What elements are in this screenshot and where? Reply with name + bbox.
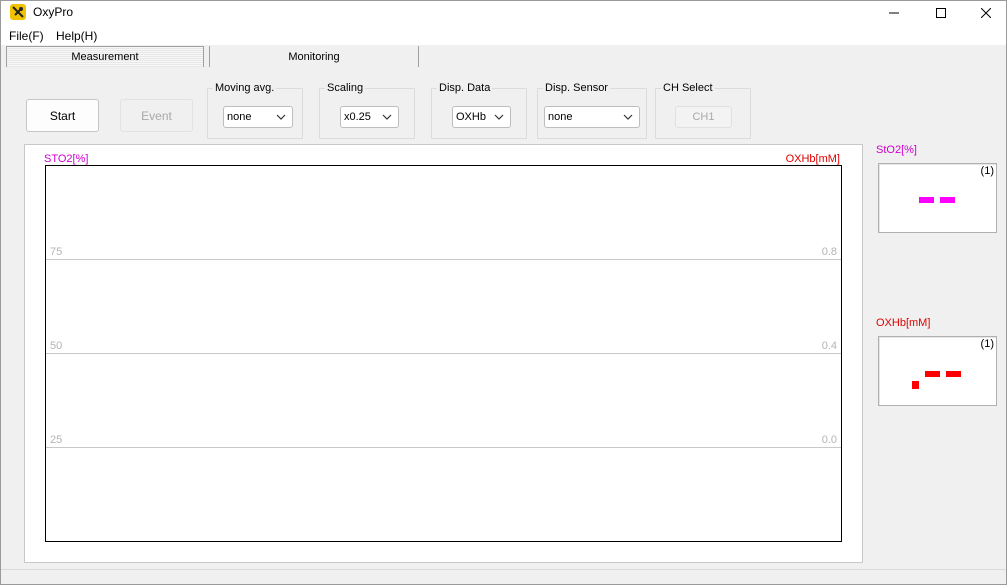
app-window: OxyPro File(F) Help(H) Measurement Monit… bbox=[0, 0, 1007, 585]
app-logo-icon bbox=[10, 4, 26, 20]
disp-data-value: OXHb bbox=[456, 111, 486, 123]
disp-sensor-label: Disp. Sensor bbox=[543, 82, 610, 94]
disp-sensor-select[interactable]: none bbox=[544, 106, 640, 128]
tab-strip: Measurement Monitoring bbox=[5, 46, 1005, 68]
disp-data-label: Disp. Data bbox=[437, 82, 493, 94]
gridline bbox=[46, 259, 841, 260]
maximize-button[interactable] bbox=[918, 1, 964, 25]
minimize-button[interactable] bbox=[871, 1, 917, 25]
right-tick-label: 0.8 bbox=[821, 246, 837, 258]
scaling-select[interactable]: x0.25 bbox=[340, 106, 399, 128]
menu-help[interactable]: Help(H) bbox=[56, 29, 97, 43]
chart-panel: STO2[%] OXHb[mM] 75 0.8 50 0.4 25 0.0 bbox=[24, 144, 863, 563]
gridline bbox=[46, 353, 841, 354]
close-icon bbox=[981, 8, 991, 18]
tab-measurement[interactable]: Measurement bbox=[6, 46, 204, 67]
scaling-label: Scaling bbox=[325, 82, 366, 94]
disp-sensor-group: Disp. Sensor none bbox=[537, 82, 647, 139]
right-tick-label: 0.4 bbox=[821, 340, 837, 352]
disp-data-group: Disp. Data OXHb bbox=[431, 82, 527, 139]
plot-area[interactable]: 75 0.8 50 0.4 25 0.0 bbox=[45, 165, 842, 542]
menu-file[interactable]: File(F) bbox=[9, 29, 44, 43]
chevron-down-icon bbox=[494, 114, 504, 120]
ch-select-button[interactable]: CH1 bbox=[675, 106, 732, 128]
ch-select-group: CH Select CH1 bbox=[655, 82, 751, 139]
left-tick-label: 25 bbox=[50, 434, 63, 446]
ch-select-label: CH Select bbox=[661, 82, 715, 94]
minimize-icon bbox=[889, 12, 899, 14]
left-tick-label: 75 bbox=[50, 246, 63, 258]
start-button[interactable]: Start bbox=[26, 99, 99, 132]
chevron-down-icon bbox=[276, 114, 286, 120]
scaling-value: x0.25 bbox=[344, 111, 371, 123]
oxhb-monitor-box: (1) bbox=[878, 336, 997, 406]
close-button[interactable] bbox=[963, 1, 1007, 25]
oxhb-monitor-label: OXHb[mM] bbox=[876, 317, 931, 329]
right-tick-label: 0.0 bbox=[821, 434, 837, 446]
sto2-monitor-label: StO2[%] bbox=[876, 144, 917, 156]
disp-data-select[interactable]: OXHb bbox=[452, 106, 511, 128]
moving-avg-group: Moving avg. none bbox=[207, 82, 303, 139]
moving-avg-label: Moving avg. bbox=[213, 82, 277, 94]
title-bar: OxyPro bbox=[1, 1, 1006, 25]
sto2-channel-tag: (1) bbox=[980, 165, 994, 177]
left-axis-label: STO2[%] bbox=[44, 153, 89, 165]
right-axis-label: OXHb[mM] bbox=[785, 153, 840, 165]
status-bar bbox=[1, 569, 1006, 584]
menu-bar: File(F) Help(H) bbox=[1, 25, 1006, 45]
event-button[interactable]: Event bbox=[120, 99, 193, 132]
chevron-down-icon bbox=[623, 114, 633, 120]
moving-avg-value: none bbox=[227, 111, 252, 123]
oxhb-channel-tag: (1) bbox=[980, 338, 994, 350]
scaling-group: Scaling x0.25 bbox=[319, 82, 415, 139]
sto2-monitor-box: (1) bbox=[878, 163, 997, 233]
tab-monitoring[interactable]: Monitoring bbox=[209, 46, 419, 67]
left-tick-label: 50 bbox=[50, 340, 63, 352]
disp-sensor-value: none bbox=[548, 111, 573, 123]
gridline bbox=[46, 447, 841, 448]
window-title: OxyPro bbox=[33, 5, 74, 19]
moving-avg-select[interactable]: none bbox=[223, 106, 293, 128]
chevron-down-icon bbox=[382, 114, 392, 120]
maximize-icon bbox=[936, 8, 946, 18]
